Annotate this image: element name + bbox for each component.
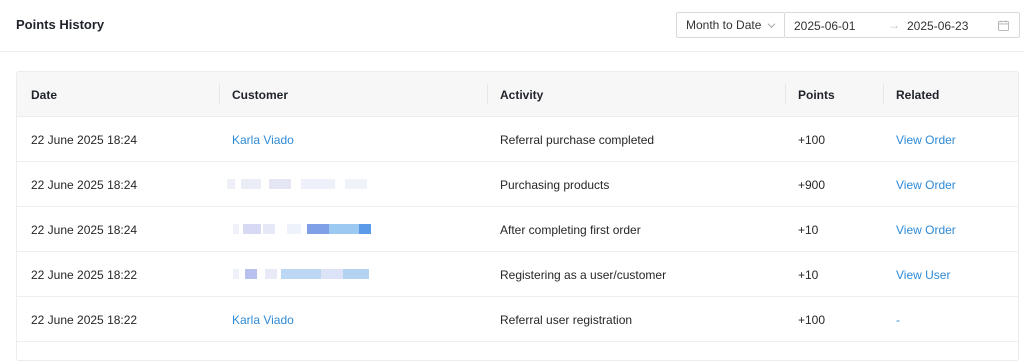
table-row: 22 June 2025 18:24 Purchasing products +…: [17, 162, 1018, 207]
redacted-customer-name: [233, 221, 383, 237]
customer-link[interactable]: Karla Viado: [232, 133, 294, 147]
customer-link[interactable]: Karla Viado: [232, 313, 294, 327]
page-header: Points History Month to Date 2025-06-01 …: [0, 0, 1024, 52]
points-cell: +100: [798, 133, 826, 147]
column-header-related: Related: [896, 88, 940, 102]
column-header-points: Points: [798, 88, 835, 102]
date-start-input[interactable]: 2025-06-01: [794, 19, 855, 33]
related-link[interactable]: View Order: [896, 178, 956, 192]
date-cell: 22 June 2025 18:24: [31, 133, 138, 147]
date-range-picker[interactable]: 2025-06-01 → 2025-06-23: [785, 12, 1020, 38]
period-select-value: Month to Date: [686, 18, 762, 32]
page-title: Points History: [16, 17, 105, 32]
activity-cell: Purchasing products: [500, 178, 610, 192]
column-divider: [883, 84, 884, 104]
date-cell: 22 June 2025 18:24: [31, 223, 138, 237]
points-cell: +10: [798, 223, 819, 237]
activity-cell: After completing first order: [500, 223, 641, 237]
related-link[interactable]: View Order: [896, 133, 956, 147]
points-history-table: Date Customer Activity Points Related 22…: [16, 71, 1019, 361]
points-cell: +10: [798, 268, 819, 282]
table-row: 22 June 2025 18:24 Karla Viado Referral …: [17, 117, 1018, 162]
column-header-date: Date: [31, 88, 58, 102]
date-end-input[interactable]: 2025-06-23: [907, 19, 968, 33]
period-select[interactable]: Month to Date: [676, 12, 785, 38]
date-cell: 22 June 2025 18:22: [31, 313, 138, 327]
related-link[interactable]: View User: [896, 268, 950, 282]
points-cell: +100: [798, 313, 826, 327]
table-row: 22 June 2025 18:22 Karla Viado Referral …: [17, 297, 1018, 342]
activity-cell: Referral user registration: [500, 313, 633, 327]
column-header-activity: Activity: [500, 88, 544, 102]
activity-cell: Referral purchase completed: [500, 133, 655, 147]
points-cell: +900: [798, 178, 826, 192]
table-row: 22 June 2025 18:24 After completing firs…: [17, 207, 1018, 252]
calendar-icon[interactable]: [998, 20, 1009, 31]
column-header-customer: Customer: [232, 88, 289, 102]
related-link[interactable]: View Order: [896, 223, 956, 237]
date-cell: 22 June 2025 18:24: [31, 178, 138, 192]
range-arrow-icon: →: [888, 18, 900, 32]
table-row: 22 June 2025 18:22 Registering as a user…: [17, 252, 1018, 297]
column-divider: [785, 84, 786, 104]
redacted-customer-name: [233, 266, 383, 282]
activity-cell: Registering as a user/customer: [500, 268, 667, 282]
column-divider: [487, 84, 488, 104]
chevron-down-icon: [767, 23, 776, 29]
date-cell: 22 June 2025 18:22: [31, 268, 138, 282]
redacted-customer-name: [227, 176, 377, 192]
column-divider: [219, 84, 220, 104]
related-link[interactable]: -: [896, 313, 900, 327]
table-header: Date Customer Activity Points Related: [17, 72, 1018, 117]
